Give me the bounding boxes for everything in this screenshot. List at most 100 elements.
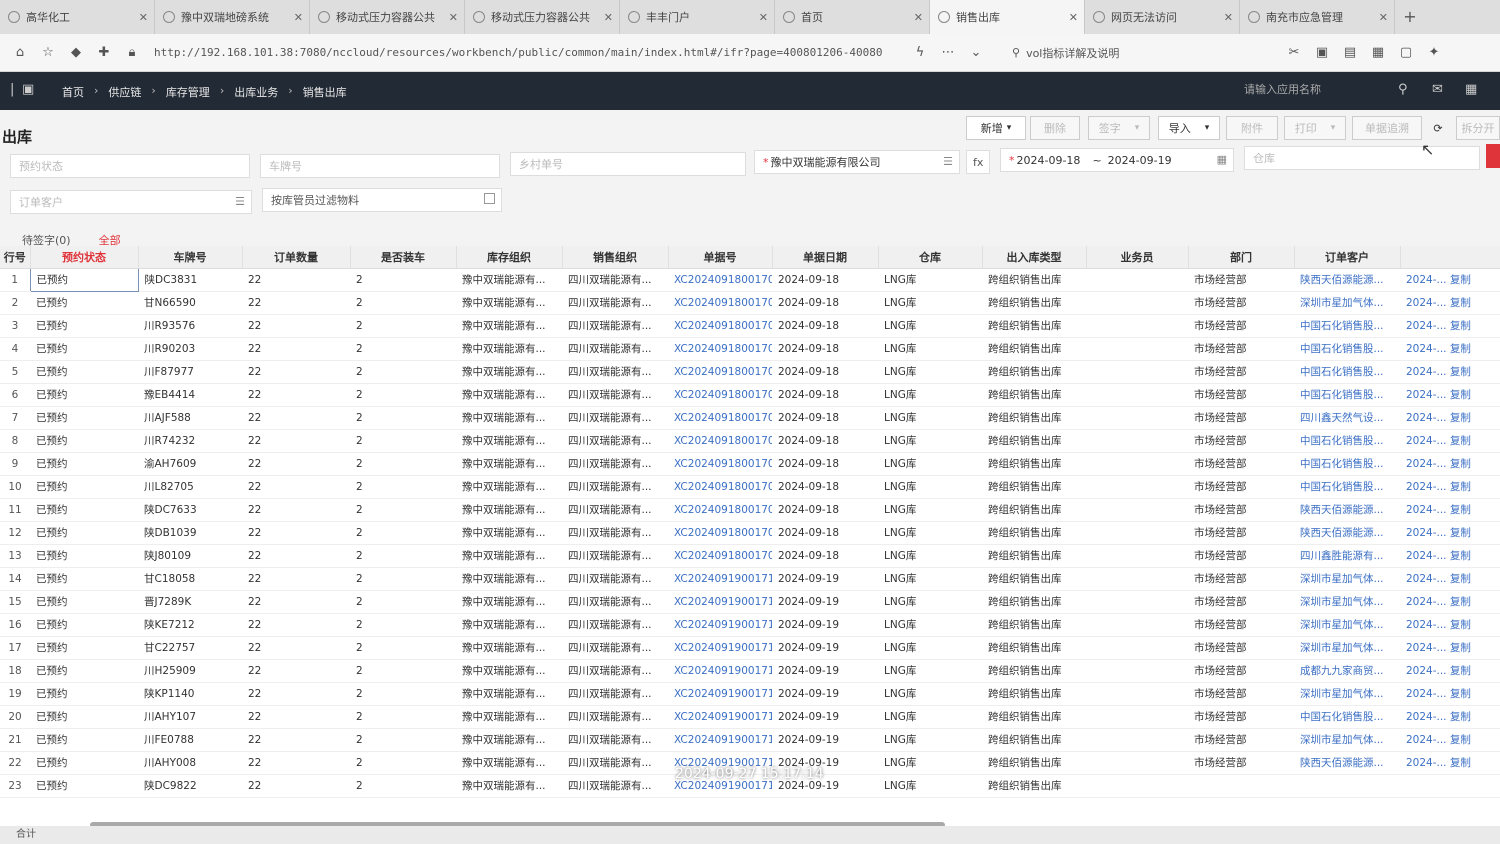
extension-icon[interactable]: ✚ bbox=[92, 41, 116, 65]
cell-extra[interactable]: 2024-... 复制 bbox=[1400, 429, 1500, 453]
track-button[interactable]: 单据追溯 bbox=[1352, 116, 1422, 140]
cell-extra[interactable]: 2024-... 复制 bbox=[1400, 383, 1500, 407]
column-header[interactable]: 仓库 bbox=[878, 246, 983, 269]
table-row[interactable]: 6 已预约 豫EB4414 22 2 豫中双瑞能源有... 四川双瑞能源有... XC2024… bbox=[0, 383, 1500, 407]
sign-button[interactable]: 签字 ▾ bbox=[1088, 116, 1150, 140]
cell-bill[interactable]: XC2024091800170... bbox=[668, 291, 772, 315]
grid-icon[interactable]: ▦ bbox=[1366, 41, 1390, 65]
scissors-icon[interactable]: ✂ bbox=[1282, 41, 1306, 65]
column-header[interactable]: 出入库类型 bbox=[982, 246, 1087, 269]
cell-cust[interactable]: 陕西天佰源能源... bbox=[1294, 268, 1400, 292]
column-header[interactable]: 部门 bbox=[1188, 246, 1295, 269]
close-icon[interactable]: ✕ bbox=[139, 11, 148, 24]
close-icon[interactable]: ✕ bbox=[759, 11, 768, 24]
close-icon[interactable]: ✕ bbox=[604, 11, 613, 24]
cell-extra[interactable]: 2024-... 复制 bbox=[1400, 337, 1500, 361]
browser-tab[interactable]: 网页无法访问 ✕ bbox=[1085, 0, 1240, 34]
close-icon[interactable]: ✕ bbox=[449, 11, 458, 24]
table-row[interactable]: 18 已预约 川H25909 22 2 豫中双瑞能源有... 四川双瑞能源有... XC202… bbox=[0, 659, 1500, 683]
table-row[interactable]: 9 已预约 渝AH7609 22 2 豫中双瑞能源有... 四川双瑞能源有... XC2024… bbox=[0, 452, 1500, 476]
table-row[interactable]: 20 已预约 川AHY107 22 2 豫中双瑞能源有... 四川双瑞能源有... XC202… bbox=[0, 705, 1500, 729]
print-button[interactable]: 打印 ▾ bbox=[1284, 116, 1346, 140]
cell-extra[interactable]: 2024-... 复制 bbox=[1400, 613, 1500, 637]
message-icon[interactable]: ✉ bbox=[1432, 82, 1443, 97]
column-header[interactable]: 是否装车 bbox=[350, 246, 457, 269]
column-header[interactable]: 单据号 bbox=[668, 246, 773, 269]
browser-tab[interactable]: 首页 ✕ bbox=[775, 0, 930, 34]
import-button[interactable]: 导入 ▾ bbox=[1158, 116, 1220, 140]
pdf-icon[interactable]: ▤ bbox=[1338, 41, 1362, 65]
cell-bill[interactable]: XC2024091800170... bbox=[668, 314, 772, 338]
cell-extra[interactable]: 2024-... 复制 bbox=[1400, 314, 1500, 338]
home-nav-icon[interactable]: ▣ bbox=[22, 82, 34, 97]
cell-cust[interactable]: 成都九九家商贸... bbox=[1294, 659, 1400, 683]
cell-extra[interactable]: 2024-... 复制 bbox=[1400, 452, 1500, 476]
org-filter[interactable]: * 豫中双瑞能源有限公司 ☰ bbox=[754, 150, 960, 174]
cell-cust[interactable]: 陕西天佰源能源... bbox=[1294, 751, 1400, 775]
cell-cust[interactable]: 中国石化销售股... bbox=[1294, 429, 1400, 453]
column-header[interactable]: 订单客户 bbox=[1294, 246, 1401, 269]
browser-tab[interactable]: 销售出库 ✕ bbox=[930, 0, 1085, 34]
cell-extra[interactable]: 2024-... 复制 bbox=[1400, 728, 1500, 752]
table-row[interactable]: 8 已预约 川R74232 22 2 豫中双瑞能源有... 四川双瑞能源有... XC2024… bbox=[0, 429, 1500, 453]
table-row[interactable]: 21 已预约 川FE0788 22 2 豫中双瑞能源有... 四川双瑞能源有... XC202… bbox=[0, 728, 1500, 752]
cell-bill[interactable]: XC2024091800170... bbox=[668, 406, 772, 430]
calendar-icon[interactable]: ▦ bbox=[1465, 82, 1477, 97]
column-header[interactable] bbox=[1400, 246, 1500, 269]
browser-tab[interactable]: 移动式压力容器公共 ✕ bbox=[310, 0, 465, 34]
attach-button[interactable]: 附件 bbox=[1226, 116, 1278, 140]
cell-extra[interactable]: 2024-... 复制 bbox=[1400, 291, 1500, 315]
breadcrumb-item[interactable]: 出库业务 bbox=[234, 84, 278, 100]
close-icon[interactable]: ✕ bbox=[914, 11, 923, 24]
puzzle-icon[interactable]: ✦ bbox=[1422, 41, 1446, 65]
close-icon[interactable]: ✕ bbox=[1379, 11, 1388, 24]
url-field[interactable]: http://192.168.101.38:7080/nccloud/resou… bbox=[148, 40, 908, 66]
cell-cust[interactable]: 深圳市星加气体... bbox=[1294, 590, 1400, 614]
table-row[interactable]: 4 已预约 川R90203 22 2 豫中双瑞能源有... 四川双瑞能源有... XC2024… bbox=[0, 337, 1500, 361]
new-tab-button[interactable]: + bbox=[1395, 0, 1425, 34]
cell-cust[interactable]: 中国石化销售股... bbox=[1294, 360, 1400, 384]
cell-extra[interactable] bbox=[1400, 774, 1500, 798]
calendar-icon[interactable]: ▦ bbox=[1217, 153, 1227, 166]
cell-bill[interactable]: XC2024091800170... bbox=[668, 383, 772, 407]
star-icon[interactable]: ☆ bbox=[36, 41, 60, 65]
cell-bill[interactable]: XC2024091800170... bbox=[668, 268, 772, 292]
breadcrumb-item[interactable]: 供应链 bbox=[108, 84, 141, 100]
table-row[interactable]: 16 已预约 陕KE7212 22 2 豫中双瑞能源有... 四川双瑞能源有... XC202… bbox=[0, 613, 1500, 637]
cell-cust[interactable]: 中国石化销售股... bbox=[1294, 383, 1400, 407]
cell-bill[interactable]: XC2024091900171... bbox=[668, 590, 772, 614]
cell-extra[interactable]: 2024-... 复制 bbox=[1400, 567, 1500, 591]
cell-bill[interactable]: XC2024091800170... bbox=[668, 429, 772, 453]
split-button[interactable]: 拆分开 bbox=[1456, 116, 1500, 140]
cell-cust[interactable]: 深圳市星加气体... bbox=[1294, 291, 1400, 315]
cell-bill[interactable]: XC2024091800170... bbox=[668, 475, 772, 499]
column-header[interactable]: 单据日期 bbox=[772, 246, 879, 269]
table-row[interactable]: 13 已预约 陕J80109 22 2 豫中双瑞能源有... 四川双瑞能源有... XC202… bbox=[0, 544, 1500, 568]
browser-tab[interactable]: 丰丰门户 ✕ bbox=[620, 0, 775, 34]
cell-extra[interactable]: 2024-... 复制 bbox=[1400, 751, 1500, 775]
cell-bill[interactable]: XC2024091900171... bbox=[668, 613, 772, 637]
cell-bill[interactable]: XC2024091900171... bbox=[668, 728, 772, 752]
cell-extra[interactable]: 2024-... 复制 bbox=[1400, 659, 1500, 683]
cell-cust[interactable]: 四川鑫天然气设... bbox=[1294, 406, 1400, 430]
window-icon[interactable]: ▢ bbox=[1394, 41, 1418, 65]
table-row[interactable]: 11 已预约 陕DC7633 22 2 豫中双瑞能源有... 四川双瑞能源有... XC202… bbox=[0, 498, 1500, 522]
table-row[interactable]: 2 已预约 甘N66590 22 2 豫中双瑞能源有... 四川双瑞能源有... XC2024… bbox=[0, 291, 1500, 315]
cell-cust[interactable] bbox=[1294, 774, 1400, 798]
cell-cust[interactable]: 中国石化销售股... bbox=[1294, 337, 1400, 361]
cell-extra[interactable]: 2024-... 复制 bbox=[1400, 521, 1500, 545]
status-filter[interactable]: 预约状态 bbox=[10, 154, 250, 178]
app-icon[interactable]: ▣ bbox=[1310, 41, 1334, 65]
cell-extra[interactable]: 2024-... 复制 bbox=[1400, 636, 1500, 660]
table-row[interactable]: 5 已预约 川F87977 22 2 豫中双瑞能源有... 四川双瑞能源有... XC2024… bbox=[0, 360, 1500, 384]
cell-cust[interactable]: 中国石化销售股... bbox=[1294, 452, 1400, 476]
cell-extra[interactable]: 2024-... 复制 bbox=[1400, 682, 1500, 706]
list-icon[interactable]: ☰ bbox=[235, 195, 245, 208]
cell-cust[interactable]: 中国石化销售股... bbox=[1294, 705, 1400, 729]
list-icon[interactable]: ☰ bbox=[943, 155, 953, 168]
breadcrumb-item[interactable]: 库存管理 bbox=[166, 84, 210, 100]
column-header[interactable]: 行号 bbox=[0, 246, 31, 269]
cell-cust[interactable]: 深圳市星加气体... bbox=[1294, 682, 1400, 706]
more-icon[interactable]: ⋯ bbox=[936, 41, 960, 65]
cell-bill[interactable]: XC2024091800170... bbox=[668, 544, 772, 568]
